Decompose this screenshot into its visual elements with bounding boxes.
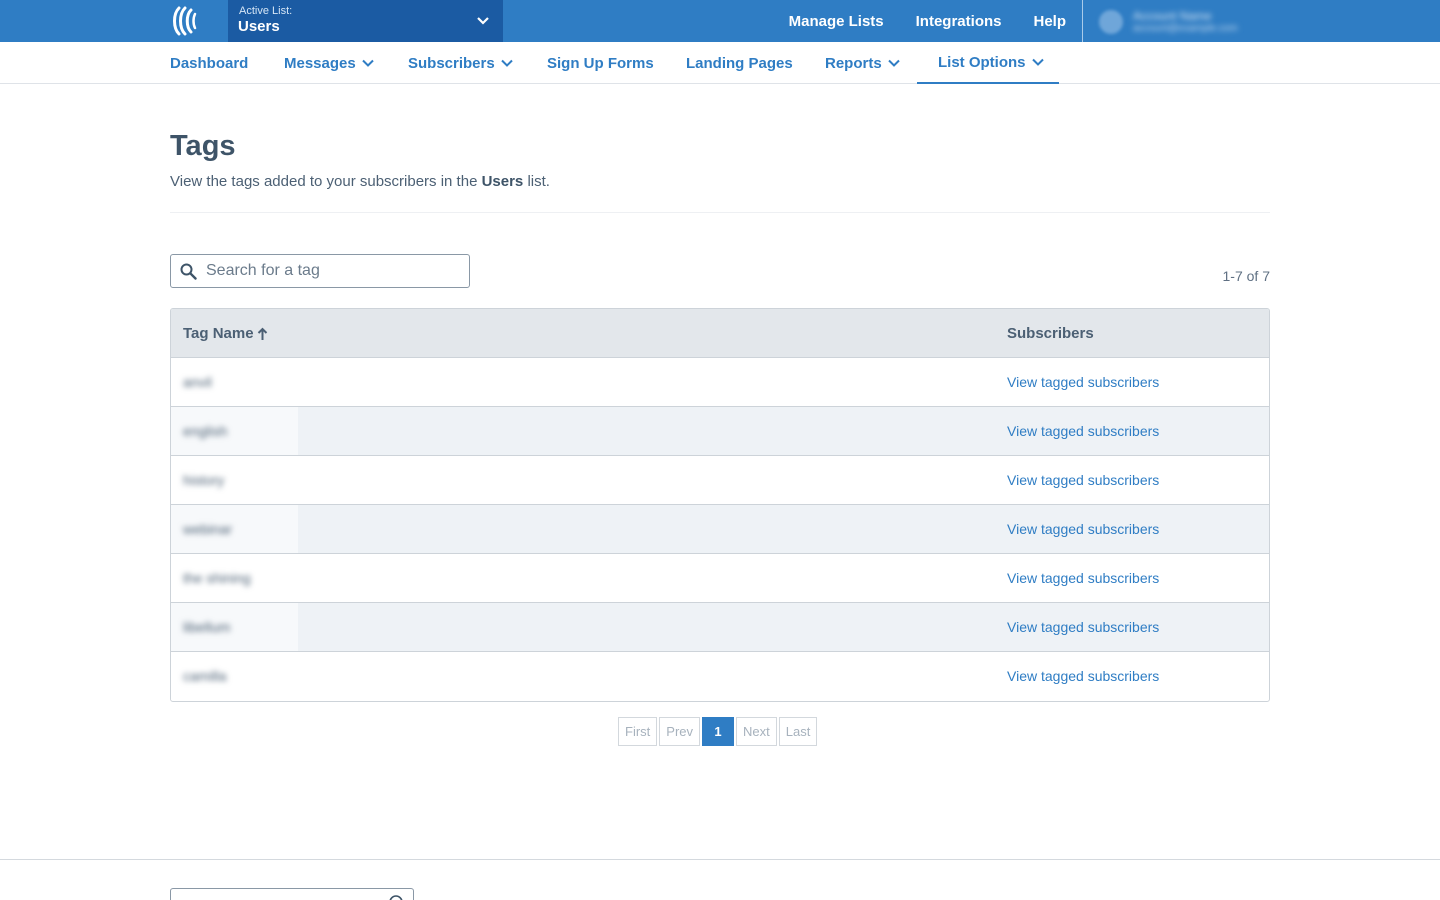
nav-landing-pages[interactable]: Landing Pages bbox=[686, 42, 793, 84]
page-title: Tags bbox=[170, 130, 236, 162]
column-label: Tag Name bbox=[183, 325, 254, 342]
active-list-selector[interactable]: Active List: Users bbox=[228, 0, 503, 42]
integrations-link[interactable]: Integrations bbox=[916, 13, 1002, 30]
tag-search[interactable] bbox=[170, 254, 470, 288]
first-page-button[interactable]: First bbox=[618, 717, 658, 746]
chevron-down-icon bbox=[887, 59, 900, 67]
view-tagged-subscribers-link[interactable]: View tagged subscribers bbox=[1007, 472, 1159, 488]
search-input[interactable] bbox=[206, 259, 461, 283]
nav-label: Landing Pages bbox=[686, 54, 793, 72]
chevron-down-icon bbox=[1031, 58, 1044, 66]
view-tagged-subscribers-link[interactable]: View tagged subscribers bbox=[1007, 619, 1159, 635]
page-description: View the tags added to your subscribers … bbox=[170, 173, 550, 190]
account-email: account@example.com bbox=[1133, 23, 1238, 34]
tags-table: Tag Name Subscribers anvil View tagged su… bbox=[170, 308, 1270, 702]
aweber-logo-icon[interactable] bbox=[170, 6, 198, 36]
nav-label: Messages bbox=[284, 54, 356, 72]
next-page-button[interactable]: Next bbox=[736, 717, 777, 746]
view-tagged-subscribers-link[interactable]: View tagged subscribers bbox=[1007, 570, 1159, 586]
view-tagged-subscribers-link[interactable]: View tagged subscribers bbox=[1007, 374, 1159, 390]
column-label: Subscribers bbox=[1007, 325, 1094, 342]
table-row: camilla View tagged subscribers bbox=[171, 652, 1269, 701]
divider bbox=[170, 212, 1270, 213]
nav-reports[interactable]: Reports bbox=[825, 42, 900, 84]
pagination: First Prev 1 Next Last bbox=[618, 717, 818, 746]
top-bar: Active List: Users Manage Lists Integrat… bbox=[0, 0, 1440, 42]
tag-name: webinar bbox=[183, 521, 233, 537]
search-icon bbox=[180, 263, 197, 280]
avatar bbox=[1099, 10, 1123, 34]
top-links: Manage Lists Integrations Help bbox=[789, 0, 1066, 42]
account-menu[interactable]: Account Name account@example.com bbox=[1098, 9, 1268, 35]
nav-dashboard[interactable]: Dashboard bbox=[170, 42, 248, 84]
footer-search[interactable] bbox=[170, 888, 414, 900]
nav-label: Dashboard bbox=[170, 54, 249, 72]
view-tagged-subscribers-link[interactable]: View tagged subscribers bbox=[1007, 423, 1159, 439]
last-page-button[interactable]: Last bbox=[778, 717, 818, 746]
main-nav: Dashboard Messages Subscribers Sign Up F… bbox=[0, 42, 1440, 84]
tag-name: libellum bbox=[183, 619, 231, 635]
prev-page-button[interactable]: Prev bbox=[659, 717, 701, 746]
nav-messages[interactable]: Messages bbox=[284, 42, 374, 84]
desc-list-name: Users bbox=[481, 173, 524, 190]
table-row: webinar View tagged subscribers bbox=[171, 505, 1269, 554]
desc-after: list. bbox=[523, 173, 550, 190]
nav-label: Reports bbox=[825, 54, 882, 72]
top-divider bbox=[1082, 0, 1083, 42]
table-row: history View tagged subscribers bbox=[171, 456, 1269, 505]
result-count: 1-7 of 7 bbox=[1222, 268, 1270, 284]
table-header: Tag Name Subscribers bbox=[171, 309, 1269, 358]
sort-ascending-icon bbox=[257, 327, 267, 340]
tag-name: anvil bbox=[183, 374, 212, 390]
nav-label: List Options bbox=[938, 53, 1026, 71]
nav-subscribers[interactable]: Subscribers bbox=[408, 42, 513, 84]
table-row: anvil View tagged subscribers bbox=[171, 358, 1269, 407]
tag-name: history bbox=[183, 472, 225, 488]
nav-label: Sign Up Forms bbox=[547, 54, 654, 72]
active-list-value: Users bbox=[238, 18, 280, 35]
nav-list-options[interactable]: List Options bbox=[917, 42, 1059, 84]
chevron-down-icon bbox=[362, 59, 374, 67]
nav-sign-up-forms[interactable]: Sign Up Forms bbox=[547, 42, 654, 84]
help-link[interactable]: Help bbox=[1033, 13, 1066, 30]
account-name: Account Name bbox=[1133, 9, 1212, 23]
subscribers-column-header: Subscribers bbox=[1007, 309, 1094, 358]
desc-before: View the tags added to your subscribers … bbox=[170, 173, 482, 190]
table-row: the shining View tagged subscribers bbox=[171, 554, 1269, 603]
footer-divider bbox=[0, 859, 1440, 860]
search-icon bbox=[389, 895, 403, 900]
view-tagged-subscribers-link[interactable]: View tagged subscribers bbox=[1007, 521, 1159, 537]
tag-name-column-header[interactable]: Tag Name bbox=[183, 309, 268, 358]
tag-name: camilla bbox=[183, 668, 227, 684]
tag-name: the shining bbox=[183, 570, 251, 586]
chevron-down-icon bbox=[501, 59, 513, 67]
current-page-button[interactable]: 1 bbox=[702, 717, 735, 746]
table-row: libellum View tagged subscribers bbox=[171, 603, 1269, 652]
active-list-label: Active List: bbox=[239, 5, 293, 17]
view-tagged-subscribers-link[interactable]: View tagged subscribers bbox=[1007, 668, 1159, 684]
nav-label: Subscribers bbox=[408, 54, 495, 72]
manage-lists-link[interactable]: Manage Lists bbox=[789, 13, 884, 30]
table-row: english View tagged subscribers bbox=[171, 407, 1269, 456]
tag-name: english bbox=[183, 423, 228, 439]
chevron-down-icon bbox=[477, 17, 489, 25]
